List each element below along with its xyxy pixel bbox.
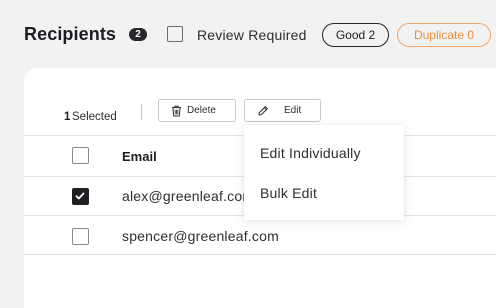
duplicate-filter-pill[interactable]: Duplicate 0 — [397, 23, 491, 47]
edit-button-label: Edit — [284, 105, 302, 116]
delete-button-label: Delete — [187, 105, 216, 116]
menu-item-edit-individually[interactable]: Edit Individually — [260, 145, 361, 161]
trash-icon — [171, 105, 182, 120]
review-required-label[interactable]: Review Required — [197, 27, 307, 43]
edit-button[interactable]: Edit — [244, 99, 321, 122]
selected-count: 1 — [64, 111, 71, 123]
menu-item-bulk-edit[interactable]: Bulk Edit — [260, 185, 317, 201]
review-required-checkbox[interactable] — [167, 26, 183, 42]
page-title: Recipients — [24, 24, 117, 44]
checkmark-icon — [75, 192, 85, 200]
table-row-divider — [24, 254, 496, 255]
select-all-checkbox[interactable] — [72, 147, 89, 164]
page-header: Recipients 2 Review Required Good 2 Dupl… — [0, 0, 496, 68]
row-checkbox-checked[interactable] — [72, 188, 89, 205]
row-checkbox[interactable] — [72, 228, 89, 245]
selected-label: Selected — [72, 111, 117, 123]
delete-button[interactable]: Delete — [158, 99, 236, 122]
edit-dropdown-menu: Edit Individually Bulk Edit — [244, 125, 404, 220]
pencil-icon — [257, 105, 269, 120]
row-email: alex@greenleaf.com — [122, 188, 255, 204]
column-header-email[interactable]: Email — [122, 149, 157, 164]
row-email: spencer@greenleaf.com — [122, 228, 279, 244]
toolbar-divider — [141, 104, 142, 120]
recipient-count-badge: 2 — [129, 28, 147, 41]
good-filter-pill[interactable]: Good 2 — [322, 23, 389, 47]
